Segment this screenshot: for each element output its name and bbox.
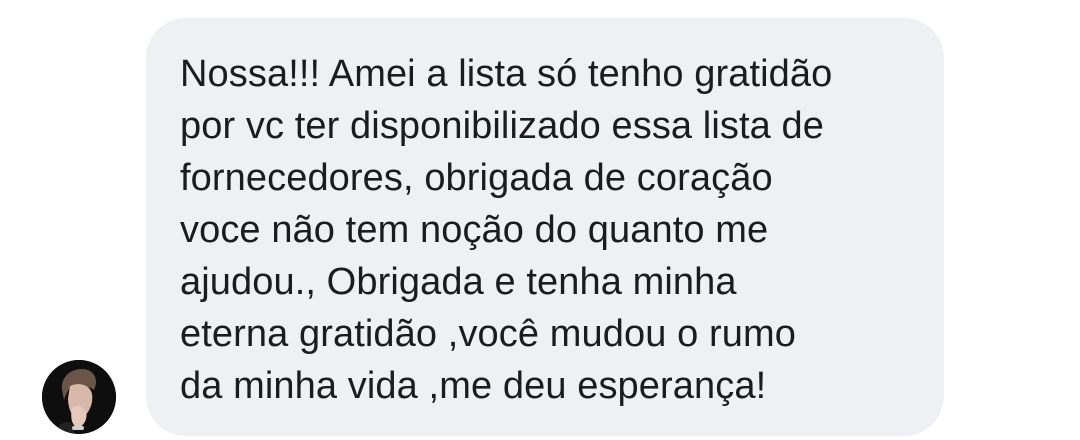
- message-line: voce não tem noção do quanto me: [180, 209, 769, 251]
- sender-avatar[interactable]: [42, 360, 116, 434]
- message-line: ajudou., Obrigada e tenha minha: [180, 261, 737, 303]
- message-line: Nossa!!! Amei a lista só tenho gratidão: [180, 53, 833, 95]
- message-line: eterna gratidão ,você mudou o rumo: [180, 313, 796, 355]
- message-line: da minha vida ,me deu esperança!: [180, 365, 767, 407]
- profile-photo-icon: [42, 360, 116, 434]
- message-line: fornecedores, obrigada de coração: [180, 157, 773, 199]
- message-line: por vc ter disponibilizado essa lista de: [180, 105, 825, 147]
- chat-thread: Nossa!!! Amei a lista só tenho gratidão …: [0, 0, 1080, 440]
- message-bubble[interactable]: Nossa!!! Amei a lista só tenho gratidão …: [146, 18, 944, 436]
